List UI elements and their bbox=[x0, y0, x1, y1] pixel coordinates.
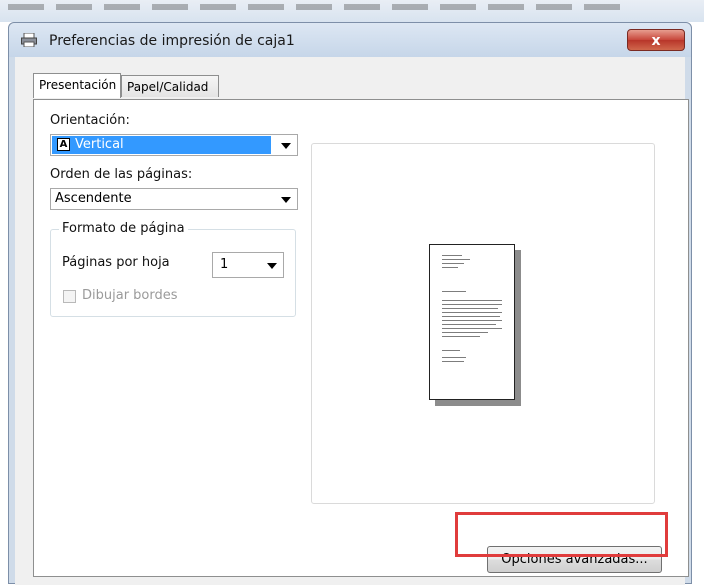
text-line bbox=[442, 291, 466, 292]
highlight-annotation bbox=[455, 512, 668, 557]
chevron-down-icon bbox=[281, 143, 291, 149]
pages-per-sheet-label: Páginas por hoja bbox=[62, 255, 170, 270]
text-line bbox=[442, 259, 470, 260]
page-thumbnail bbox=[429, 244, 515, 400]
tab-presentacion[interactable]: Presentación bbox=[33, 73, 121, 98]
close-icon: x bbox=[651, 33, 661, 49]
orientation-icon: A bbox=[57, 138, 70, 151]
text-line bbox=[442, 267, 458, 268]
draw-borders-label: Dibujar bordes bbox=[82, 288, 178, 303]
background-window-strip bbox=[0, 0, 704, 22]
page-format-title: Formato de página bbox=[59, 221, 188, 236]
page-format-group: Formato de página Páginas por hoja 1 Dib… bbox=[50, 221, 296, 317]
text-line bbox=[442, 324, 496, 325]
chevron-down-icon bbox=[267, 263, 277, 269]
page-order-value: Ascendente bbox=[55, 191, 132, 206]
orientation-select[interactable]: A Vertical bbox=[50, 134, 298, 156]
text-line bbox=[442, 320, 502, 321]
text-line bbox=[442, 263, 464, 264]
tab-panel: Orientación: A Vertical Orden de las pág… bbox=[33, 99, 689, 577]
text-line bbox=[442, 304, 502, 305]
pages-per-sheet-select[interactable]: 1 bbox=[212, 252, 284, 278]
orientation-value: Vertical bbox=[75, 137, 124, 152]
text-line bbox=[442, 308, 498, 309]
title-bar[interactable]: Preferencias de impresión de caja1 x bbox=[9, 23, 691, 57]
window-title: Preferencias de impresión de caja1 bbox=[49, 33, 295, 49]
text-line bbox=[442, 328, 502, 329]
text-line bbox=[442, 336, 480, 337]
page-preview bbox=[311, 143, 655, 504]
text-line bbox=[442, 332, 488, 333]
tab-papel-calidad[interactable]: Papel/Calidad bbox=[121, 75, 219, 97]
text-line bbox=[442, 357, 466, 358]
text-line bbox=[442, 255, 462, 256]
pages-per-sheet-value: 1 bbox=[220, 257, 229, 272]
page-order-select[interactable]: Ascendente bbox=[50, 188, 298, 210]
orientation-label: Orientación: bbox=[50, 113, 130, 128]
chevron-down-icon bbox=[281, 197, 291, 203]
page-order-label: Orden de las páginas: bbox=[50, 167, 193, 182]
background-window-text bbox=[8, 4, 628, 10]
printer-icon bbox=[21, 33, 37, 47]
dialog-client-area: Presentación Papel/Calidad Orientación: … bbox=[15, 57, 689, 585]
text-line bbox=[442, 312, 502, 313]
draw-borders-checkbox[interactable] bbox=[63, 290, 76, 303]
text-line bbox=[442, 300, 502, 301]
text-line bbox=[442, 350, 460, 351]
print-preferences-dialog: Preferencias de impresión de caja1 x Pre… bbox=[8, 22, 692, 585]
close-button[interactable]: x bbox=[627, 29, 685, 51]
text-line bbox=[442, 361, 464, 362]
text-line bbox=[442, 316, 500, 317]
